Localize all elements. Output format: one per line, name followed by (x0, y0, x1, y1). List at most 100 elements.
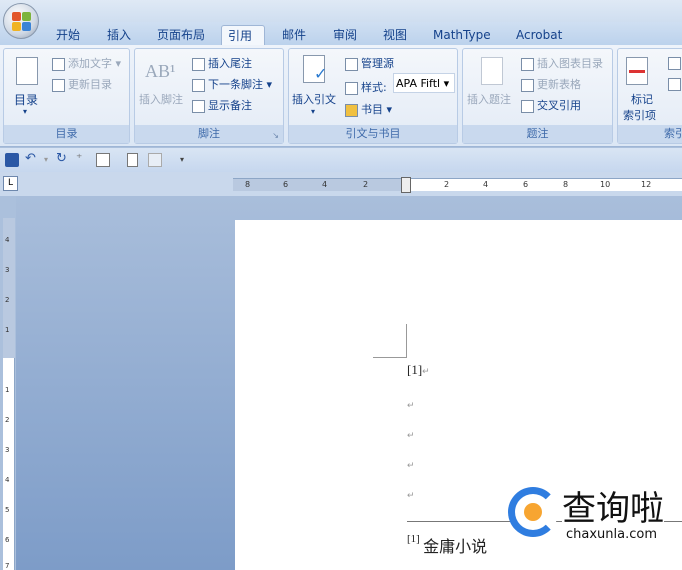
update-table-label: 更新表格 (537, 78, 581, 91)
ruler-tick: 7 (5, 562, 10, 570)
mark-entry-button[interactable]: 标记 索引项 (623, 91, 656, 123)
ruler-tick: 8 (245, 180, 251, 189)
horizontal-ruler[interactable]: 8 6 4 2 2 4 6 8 10 12 (233, 177, 682, 193)
group-label-captions: 题注 (463, 125, 612, 143)
tab-home[interactable]: 开始 (50, 25, 86, 45)
ruler-tick: 10 (600, 180, 611, 189)
add-text-button[interactable]: 添加文字 ▾ (52, 55, 121, 71)
manage-sources-icon (345, 57, 358, 71)
tof-icon (521, 57, 534, 71)
insert-endnote-button[interactable]: 插入尾注 (192, 55, 252, 71)
style-icon (345, 81, 358, 95)
footnote[interactable]: [1] 金庸小说 (407, 533, 487, 557)
update-index-icon (668, 78, 681, 91)
ruler-tick: 5 (5, 506, 10, 514)
insert-citation-icon: ✓ (303, 55, 327, 83)
next-footnote-button[interactable]: 下一条脚注 ▾ (192, 76, 272, 92)
new-document-icon[interactable] (127, 153, 138, 167)
margin-mark (373, 357, 407, 358)
ruler-tick: 2 (444, 180, 450, 189)
format-painter-icon[interactable]: ⁺ (76, 151, 90, 165)
quick-access-toolbar: ↶ ▾ ↻ ⁺ ▾ (0, 148, 682, 172)
title-bar (0, 0, 682, 22)
insert-footnote-button[interactable]: 插入脚注 (139, 91, 183, 107)
footnote-text: 金庸小说 (423, 537, 488, 556)
footnote-marker: [1] (407, 533, 420, 545)
tab-view[interactable]: 视图 (377, 25, 413, 45)
group-captions: 插入题注 插入图表目录 更新表格 交叉引用 题注 (462, 48, 613, 144)
style-select[interactable]: APA Fiftl ▾ (393, 73, 455, 93)
insert-caption-icon (481, 57, 503, 85)
toc-button[interactable]: 目录 (14, 91, 38, 108)
show-notes-label: 显示备注 (208, 99, 252, 112)
tab-page-layout[interactable]: 页面布局 (151, 25, 211, 45)
mark-entry-line1: 标记 (631, 93, 653, 106)
paragraph-mark: ↵ (407, 400, 415, 410)
cross-reference-button[interactable]: 交叉引用 (521, 97, 581, 113)
tab-selector[interactable]: L (3, 176, 18, 191)
group-label-toc: 目录 (4, 125, 129, 143)
vertical-ruler[interactable]: 4 3 2 1 1 2 3 4 5 6 7 (3, 218, 15, 570)
redo-icon[interactable]: ↻ (56, 151, 70, 166)
insert-caption-button[interactable]: 插入题注 (467, 91, 511, 107)
paragraph-mark: ↵ (407, 430, 415, 440)
style-text: 样式: (361, 81, 387, 94)
ruler-tick: 2 (5, 296, 10, 304)
group-label-index: 索引 (618, 125, 682, 143)
customize-qat-icon[interactable]: ▾ (180, 155, 194, 169)
ribbon: 目录 ▾ 添加文字 ▾ 更新目录 目录 AB¹ 插入脚注 插入尾注 下一条脚注 … (0, 45, 682, 147)
ruler-tick: 12 (641, 180, 652, 189)
cross-reference-label: 交叉引用 (537, 99, 581, 112)
ruler-tick: 4 (322, 180, 328, 189)
group-label-footnotes: 脚注 (135, 125, 283, 143)
tab-references[interactable]: 引用 (221, 25, 265, 45)
bibliography-button[interactable]: 书目 ▾ (345, 101, 392, 117)
update-toc-label: 更新目录 (68, 78, 112, 91)
group-label-citations: 引文与书目 (289, 125, 457, 143)
update-icon (52, 78, 65, 92)
show-notes-button[interactable]: 显示备注 (192, 97, 252, 113)
mark-entry-icon (626, 57, 648, 85)
ruler-tick: 8 (563, 180, 569, 189)
ribbon-tabs: 开始 插入 页面布局 引用 邮件 审阅 视图 MathType Acrobat (0, 22, 682, 45)
style-value: APA Fiftl (396, 77, 441, 90)
insert-citation-button[interactable]: 插入引文 (292, 91, 336, 107)
ruler-tick: 4 (483, 180, 489, 189)
group-toc: 目录 ▾ 添加文字 ▾ 更新目录 目录 (3, 48, 130, 144)
insert-index-icon (668, 57, 681, 70)
paragraph-mark: ↵ (422, 366, 430, 376)
ruler-tick: 3 (5, 446, 10, 454)
watermark-text: 查询啦 (562, 481, 664, 530)
bibliography-label: 书目 (361, 103, 383, 116)
reference-marker: [1] (407, 362, 423, 377)
dialog-launcher-icon[interactable]: ↘ (272, 131, 279, 140)
save-icon[interactable] (5, 153, 19, 167)
tab-mathtype[interactable]: MathType (427, 25, 497, 45)
group-citations: ✓ 插入引文 ▾ 管理源 样式: APA Fiftl ▾ 书目 ▾ 引文与书目 (288, 48, 458, 144)
tab-acrobat[interactable]: Acrobat (510, 25, 568, 45)
tab-insert[interactable]: 插入 (101, 25, 137, 45)
ruler-tick: 1 (5, 326, 10, 334)
paragraph-mark: ↵ (407, 460, 415, 470)
manage-sources-button[interactable]: 管理源 (345, 55, 394, 71)
print-preview-icon[interactable] (148, 153, 162, 167)
edit-icon[interactable] (96, 153, 110, 167)
update-table-button[interactable]: 更新表格 (521, 76, 581, 92)
update-toc-button[interactable]: 更新目录 (52, 76, 112, 92)
ruler-tick: 6 (283, 180, 289, 189)
cross-reference-icon (521, 99, 534, 113)
undo-icon[interactable]: ↶ (25, 151, 39, 166)
add-text-icon (52, 57, 65, 71)
insert-tof-button[interactable]: 插入图表目录 (521, 55, 603, 71)
tab-review[interactable]: 审阅 (327, 25, 363, 45)
group-index: 标记索引项 索引 (617, 48, 682, 144)
ruler-tick: 4 (5, 236, 10, 244)
insert-endnote-label: 插入尾注 (208, 57, 252, 70)
group-footnotes: AB¹ 插入脚注 插入尾注 下一条脚注 ▾ 显示备注 脚注 ↘ (134, 48, 284, 144)
tab-mailings[interactable]: 邮件 (276, 25, 312, 45)
mark-entry-line2: 索引项 (623, 109, 656, 122)
office-button[interactable] (3, 3, 39, 39)
paragraph[interactable]: [1]↵ (407, 362, 430, 378)
ruler-tick: 6 (523, 180, 529, 189)
indent-marker[interactable] (401, 177, 411, 193)
